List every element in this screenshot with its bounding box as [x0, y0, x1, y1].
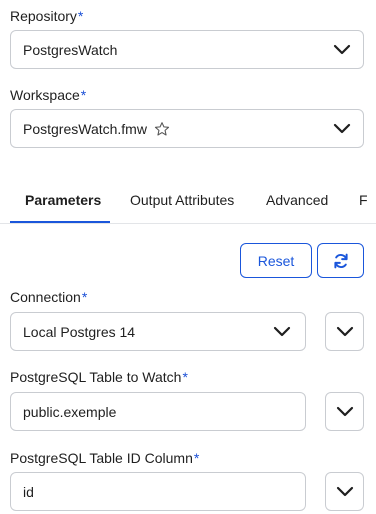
tabs-divider: [0, 223, 376, 224]
required-mark: *: [193, 450, 200, 466]
table-to-watch-value: public.exemple: [23, 403, 117, 420]
table-to-watch-label: PostgreSQL Table to Watch*: [10, 369, 188, 385]
connection-select[interactable]: Local Postgres 14: [10, 312, 306, 351]
repository-label: Repository*: [10, 8, 84, 24]
workspace-select[interactable]: PostgresWatch.fmw: [10, 109, 364, 148]
refresh-button[interactable]: [317, 243, 364, 278]
required-mark: *: [81, 289, 88, 305]
chevron-down-icon: [333, 44, 351, 54]
reset-button[interactable]: Reset: [240, 243, 312, 278]
workspace-label: Workspace*: [10, 87, 87, 103]
tab-parameters[interactable]: Parameters: [25, 192, 101, 208]
tab-output-attributes[interactable]: Output Attributes: [130, 192, 234, 208]
required-mark: *: [80, 87, 87, 103]
workspace-value: PostgresWatch.fmw: [23, 121, 170, 137]
tab-overflow[interactable]: F: [359, 192, 368, 208]
connection-options-button[interactable]: [325, 312, 364, 351]
table-id-column-options-button[interactable]: [325, 472, 364, 511]
table-id-column-label: PostgreSQL Table ID Column*: [10, 450, 200, 466]
chevron-down-icon: [273, 326, 291, 336]
required-mark: *: [182, 369, 188, 385]
tab-bar: Parameters Output Attributes Advanced F: [0, 180, 376, 224]
star-icon[interactable]: [154, 121, 170, 137]
connection-label: Connection*: [10, 289, 88, 305]
chevron-down-icon: [333, 123, 351, 133]
chevron-down-icon: [336, 486, 353, 496]
table-to-watch-options-button[interactable]: [325, 392, 364, 431]
refresh-icon: [333, 253, 348, 268]
table-id-column-input[interactable]: id: [10, 472, 306, 511]
required-mark: *: [77, 8, 84, 24]
repository-value: PostgresWatch: [23, 41, 118, 58]
table-to-watch-input[interactable]: public.exemple: [10, 392, 306, 431]
chevron-down-icon: [336, 406, 353, 416]
tab-advanced[interactable]: Advanced: [266, 192, 328, 208]
table-id-column-value: id: [23, 483, 34, 500]
connection-value: Local Postgres 14: [23, 323, 136, 340]
chevron-down-icon: [336, 326, 353, 336]
repository-select[interactable]: PostgresWatch: [10, 30, 364, 69]
